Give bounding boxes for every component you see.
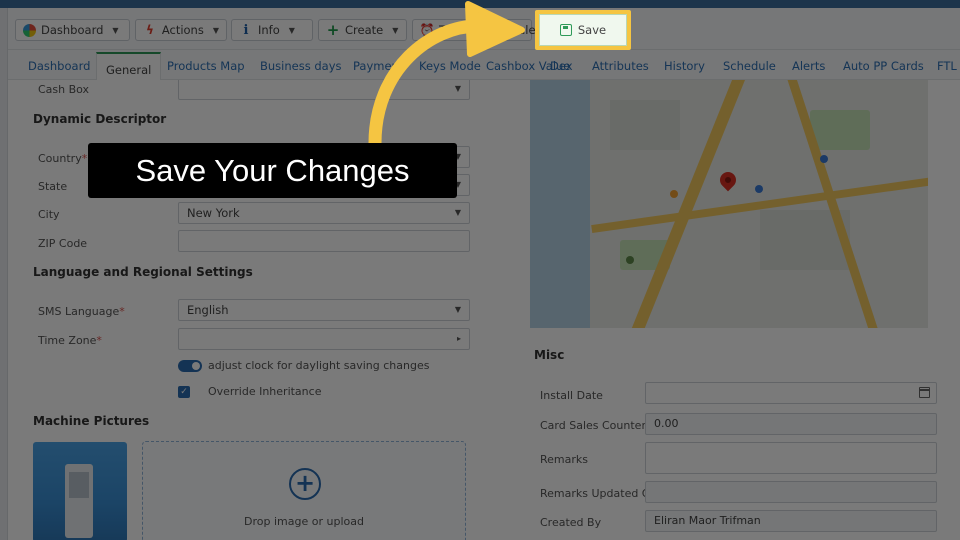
tab-payment[interactable]: Payment: [353, 59, 403, 73]
city-label: City: [38, 208, 60, 221]
actions-menu-label: Actions: [161, 23, 204, 37]
card-sales-counter-field: 0.00: [645, 413, 937, 435]
tab-products-map[interactable]: Products Map: [167, 59, 245, 73]
sms-language-label: SMS Language*: [38, 305, 125, 318]
city-value: New York: [187, 206, 240, 220]
time-zone-select[interactable]: ▸: [178, 328, 470, 350]
save-button-label: Save: [577, 23, 607, 37]
created-by-field: Eliran Maor Trifman: [645, 510, 937, 532]
tab-auto-pp-cards[interactable]: Auto PP Cards: [843, 59, 924, 73]
toolbar: Dashboard ▼ ϟ Actions ▼ i Info ▼ + Creat…: [0, 8, 960, 50]
tab-keys-mode[interactable]: Keys Mode: [419, 59, 481, 73]
chevron-down-icon: ▼: [392, 25, 399, 35]
chevron-down-icon: ▼: [454, 208, 461, 217]
plus-icon: +: [326, 20, 340, 39]
actions-menu-button[interactable]: ϟ Actions ▼: [135, 19, 227, 41]
location-map[interactable]: [530, 80, 928, 328]
daylight-saving-label: adjust clock for daylight saving changes: [208, 359, 430, 372]
zip-code-label: ZIP Code: [38, 237, 88, 250]
plus-circle-icon: +: [289, 468, 321, 500]
tab-history[interactable]: History: [664, 59, 705, 73]
chevron-right-icon: ▸: [456, 334, 461, 343]
drop-image-text: Drop image or upload: [244, 515, 364, 528]
left-panel-handle[interactable]: [0, 8, 8, 540]
save-button[interactable]: Save: [539, 14, 627, 46]
tab-business-days[interactable]: Business days: [260, 59, 342, 73]
tab-schedule[interactable]: Schedule: [723, 59, 776, 73]
tab-general[interactable]: General: [96, 52, 162, 81]
dynamic-descriptor-title: Dynamic Descriptor: [33, 112, 167, 126]
tab-dex[interactable]: Dex: [550, 59, 573, 73]
chevron-down-icon: ▼: [454, 305, 461, 314]
cash-box-select[interactable]: ▼: [178, 80, 470, 100]
info-menu-label: Info: [258, 23, 280, 37]
card-sales-counter-label: Card Sales Counter: [540, 419, 646, 432]
create-menu-label: Create: [345, 23, 384, 37]
dashboard-icon: [23, 23, 36, 37]
misc-title: Misc: [534, 348, 565, 362]
time-zone-label: Time Zone*: [38, 334, 102, 347]
calendar-icon[interactable]: [919, 387, 930, 398]
daylight-saving-toggle[interactable]: [178, 360, 202, 372]
machine-pictures-title: Machine Pictures: [33, 414, 150, 428]
task-to-schedule-button[interactable]: ⏰ Task to Schedule: [412, 19, 536, 41]
task-to-schedule-label: Task to Schedule: [439, 23, 536, 37]
chevron-down-icon: ▼: [454, 84, 461, 93]
tab-dashboard[interactable]: Dashboard: [28, 59, 90, 73]
dashboard-menu-button[interactable]: Dashboard ▼: [15, 19, 130, 41]
alarm-clock-icon: ⏰: [419, 23, 435, 37]
zip-code-input[interactable]: [178, 230, 470, 252]
country-label: Country*: [38, 152, 88, 165]
tutorial-callout: Save Your Changes: [88, 143, 457, 198]
required-mark: *: [81, 152, 88, 165]
remarks-updated-on-label: Remarks Updated On: [540, 487, 658, 500]
language-regional-title: Language and Regional Settings: [33, 265, 253, 279]
image-dropzone[interactable]: + Drop image or upload: [142, 441, 466, 540]
install-date-label: Install Date: [540, 389, 603, 402]
tab-attributes[interactable]: Attributes: [592, 59, 649, 73]
vending-machine-image: [65, 464, 93, 538]
chevron-down-icon: ▼: [212, 25, 219, 35]
remarks-label: Remarks: [540, 453, 588, 466]
tab-ftl[interactable]: FTL: [937, 59, 957, 73]
sms-language-select[interactable]: English ▼: [178, 299, 470, 321]
created-by-label: Created By: [540, 516, 602, 529]
cash-box-label: Cash Box: [38, 83, 90, 96]
override-inheritance-checkbox[interactable]: ✓: [178, 386, 190, 398]
dashboard-menu-label: Dashboard: [41, 23, 104, 37]
override-inheritance-label: Override Inheritance: [208, 385, 322, 398]
location-pin-icon: [716, 168, 740, 192]
info-icon: i: [243, 22, 249, 38]
tab-bar: Dashboard General Products Map Business …: [8, 50, 960, 81]
machine-picture-thumbnail[interactable]: [33, 442, 127, 540]
install-date-input[interactable]: [645, 382, 937, 404]
sms-language-value: English: [187, 303, 229, 317]
map-water: [530, 80, 590, 328]
state-label: State: [38, 180, 68, 193]
info-menu-button[interactable]: i Info ▼: [231, 19, 313, 41]
app-top-strip: [0, 0, 960, 8]
remarks-updated-on-field: [645, 481, 937, 503]
create-menu-button[interactable]: + Create ▼: [318, 19, 407, 41]
general-right-pane: Misc Install Date Card Sales Counter 0.0…: [518, 80, 960, 540]
city-select[interactable]: New York ▼: [178, 202, 470, 224]
tab-alerts[interactable]: Alerts: [792, 59, 825, 73]
chevron-down-icon: ▼: [288, 25, 295, 35]
chevron-down-icon: ▼: [112, 25, 119, 35]
remarks-textarea[interactable]: [645, 442, 937, 474]
lightning-icon: ϟ: [145, 23, 154, 37]
floppy-disk-icon: [559, 24, 572, 36]
